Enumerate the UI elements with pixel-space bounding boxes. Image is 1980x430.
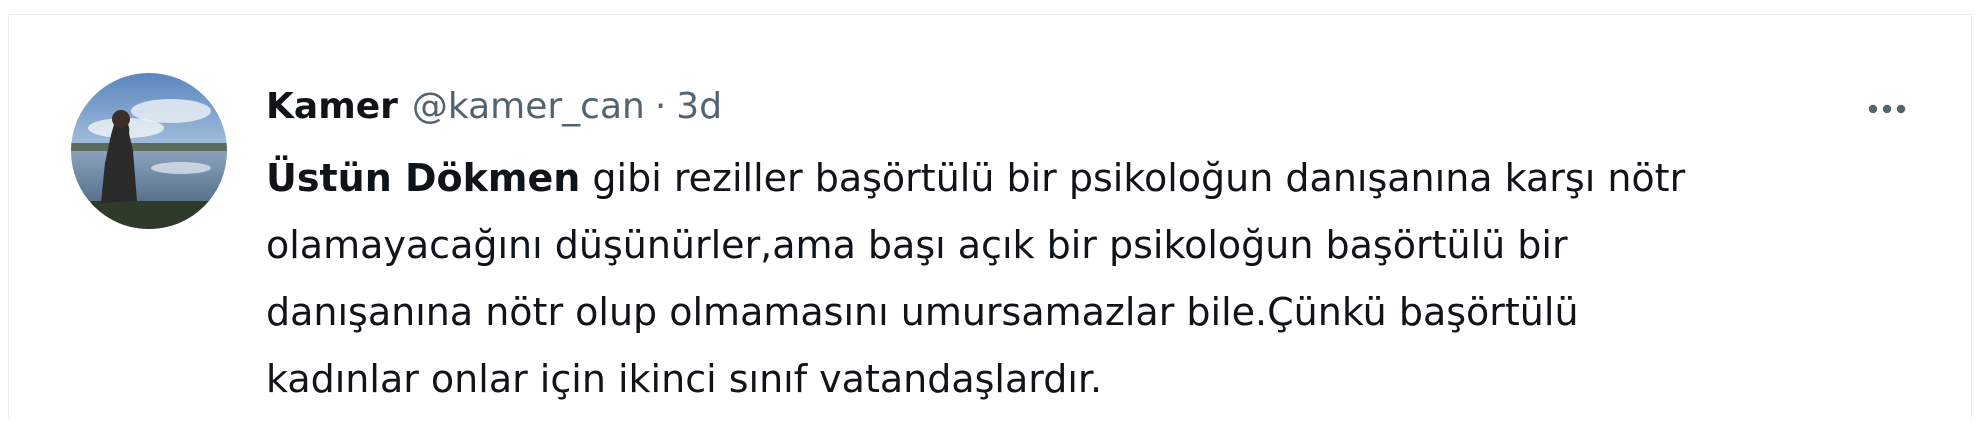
tweet-text-line: danışanına nötr olup olmamasını umursama… (266, 290, 1579, 334)
tweet-header: Kamer @kamer_can · 3d (266, 77, 722, 137)
tweet-text-line: kadınlar onlar için ikinci sınıf vatanda… (266, 357, 1103, 401)
tweet-text-segment: gibi reziller başörtülü bir psikoloğun d… (580, 156, 1686, 200)
header-separator: · (654, 86, 667, 127)
tweet-card[interactable]: Kamer @kamer_can · 3d Üstün Dökmen gibi … (8, 14, 1972, 419)
tweet-text: Üstün Dökmen gibi reziller başörtülü bir… (266, 145, 1886, 413)
author-display-name[interactable]: Kamer (266, 77, 398, 137)
page-frame: Kamer @kamer_can · 3d Üstün Dökmen gibi … (0, 0, 1980, 430)
profile-photo-icon (71, 73, 227, 229)
tweet-text-line: Üstün Dökmen gibi reziller başörtülü bir… (266, 145, 1886, 212)
more-options-button[interactable] (1857, 85, 1917, 133)
author-handle[interactable]: @kamer_can (412, 77, 645, 137)
tweet-text-line: olamayacağını düşünürler,ama başı açık b… (266, 223, 1568, 267)
tweet-timestamp[interactable]: 3d (676, 77, 722, 137)
more-horizontal-icon (1868, 104, 1906, 114)
highlighted-name: Üstün Dökmen (266, 156, 581, 200)
avatar[interactable] (71, 73, 227, 229)
